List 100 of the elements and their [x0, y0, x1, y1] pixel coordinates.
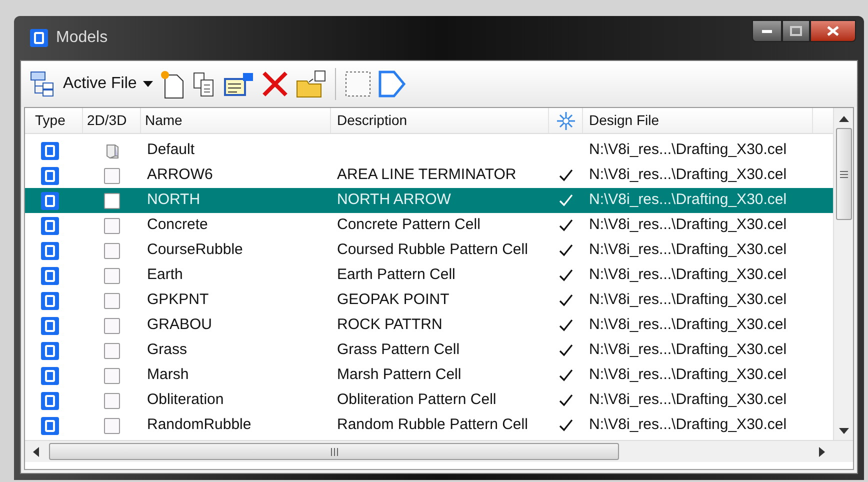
- square-icon: [103, 292, 121, 310]
- design-file-path: N:\V8i_res...\Drafting_X30.cel: [589, 190, 787, 210]
- table-row[interactable]: GPKPNT GEOPAK POINT N:\V8i_res...\Drafting_X30.cel: [25, 288, 833, 313]
- model-name: Earth: [147, 265, 183, 286]
- close-button[interactable]: [810, 20, 856, 42]
- table-row[interactable]: NORTH NORTH ARROW N:\V8i_res...\Drafting_X30.cel: [25, 188, 833, 213]
- selection-box-icon[interactable]: [344, 70, 372, 98]
- design-file-path: N:\V8i_res...\Drafting_X30.cel: [589, 290, 787, 310]
- model-description: Obliteration Pattern Cell: [337, 390, 496, 410]
- model-icon: [41, 192, 59, 210]
- square-icon: [103, 166, 121, 184]
- design-file-path: N:\V8i_res...\Drafting_X30.cel: [589, 215, 787, 236]
- model-name: Marsh: [147, 365, 189, 386]
- table-row[interactable]: Concrete Concrete Pattern Cell N:\V8i_res...\Drafting_X30.cel: [25, 213, 833, 238]
- model-icon: [41, 342, 59, 360]
- square-icon: [103, 342, 121, 360]
- grip-icon: [330, 448, 338, 456]
- model-icon: [41, 316, 59, 334]
- scroll-up-icon[interactable]: [838, 116, 848, 122]
- model-name: NORTH: [147, 190, 200, 210]
- square-icon: [103, 416, 121, 434]
- maximize-button[interactable]: [782, 20, 810, 42]
- minimize-icon: [762, 30, 772, 32]
- square-icon: [103, 216, 121, 234]
- model-name: ARROW6: [147, 165, 213, 186]
- model-name: GPKPNT: [147, 290, 209, 310]
- folder-icon[interactable]: [294, 69, 327, 99]
- source-dropdown[interactable]: Active File: [63, 72, 153, 96]
- model-name: Default: [147, 140, 195, 160]
- design-file-path: N:\V8i_res...\Drafting_X30.cel: [589, 340, 787, 360]
- model-name: Grass: [147, 340, 188, 360]
- delete-icon[interactable]: [260, 70, 289, 98]
- square-icon: [103, 316, 121, 334]
- table-row[interactable]: ARROW6 AREA LINE TERMINATOR N:\V8i_res...\Drafting_X30.cel: [25, 163, 833, 188]
- model-description: Random Rubble Pattern Cell: [337, 415, 528, 436]
- scroll-left-icon[interactable]: [33, 446, 39, 456]
- model-icon: [41, 242, 59, 260]
- design-file-path: N:\V8i_res...\Drafting_X30.cel: [589, 265, 787, 286]
- table-row[interactable]: Earth Earth Pattern Cell N:\V8i_res...\Drafting_X30.cel: [25, 263, 833, 288]
- table-row[interactable]: GRABOU ROCK PATTRN N:\V8i_res...\Drafting_X30.cel: [25, 313, 833, 338]
- scroll-down-icon[interactable]: [838, 428, 848, 434]
- square-icon: [103, 366, 121, 384]
- design-file-path: N:\V8i_res...\Drafting_X30.cel: [589, 415, 787, 436]
- table-row[interactable]: Default N:\V8i_res...\Drafting_X30.cel: [25, 138, 833, 163]
- close-icon: [827, 26, 839, 36]
- table-row[interactable]: Marsh Marsh Pattern Cell N:\V8i_res...\Drafting_X30.cel: [25, 363, 833, 388]
- model-icon: [41, 142, 59, 160]
- square-icon: [103, 192, 121, 210]
- column-header[interactable]: Design File: [583, 108, 813, 133]
- model-icon: [41, 416, 59, 434]
- table-row[interactable]: Obliteration Obliteration Pattern Cell N:\V8i_res...\Drafting_X30.cel: [25, 388, 833, 413]
- table-row[interactable]: Grass Grass Pattern Cell N:\V8i_res...\Drafting_X30.cel: [25, 338, 833, 363]
- model-description: GEOPAK POINT: [337, 290, 450, 310]
- scrollbar-thumb[interactable]: [836, 128, 852, 220]
- model-name: GRABOU: [147, 315, 212, 336]
- model-name: Obliteration: [147, 390, 224, 410]
- model-description: Concrete Pattern Cell: [337, 215, 480, 236]
- column-header[interactable]: Description: [331, 108, 549, 133]
- model-icon: [41, 166, 59, 184]
- vertical-scrollbar[interactable]: [833, 108, 853, 440]
- design-file-path: N:\V8i_res...\Drafting_X30.cel: [589, 390, 787, 410]
- model-description: Earth Pattern Cell: [337, 265, 456, 286]
- minimize-button[interactable]: [752, 20, 782, 42]
- square-icon: [103, 392, 121, 410]
- design-file-path: N:\V8i_res...\Drafting_X30.cel: [589, 365, 787, 386]
- properties-icon[interactable]: [222, 71, 255, 97]
- model-description: AREA LINE TERMINATOR: [337, 165, 516, 186]
- horizontal-scrollbar[interactable]: [25, 440, 853, 462]
- model-icon: [41, 216, 59, 234]
- model-name: CourseRubble: [147, 240, 243, 260]
- model-icon: [41, 392, 59, 410]
- model-icon: [41, 292, 59, 310]
- model-icon: [41, 366, 59, 384]
- model-description: Coursed Rubble Pattern Cell: [337, 240, 528, 260]
- new-model-icon[interactable]: [158, 69, 185, 99]
- dropdown-arrow-icon: [142, 81, 153, 87]
- model-name: RandomRubble: [147, 415, 252, 436]
- model-name: Concrete: [147, 215, 208, 236]
- sparkle-icon: [556, 112, 574, 130]
- column-header[interactable]: 2D/3D: [83, 108, 141, 133]
- design-file-path: N:\V8i_res...\Drafting_X30.cel: [589, 315, 787, 336]
- window-title: Models: [56, 28, 108, 48]
- design-file-path: N:\V8i_res...\Drafting_X30.cel: [589, 140, 787, 160]
- grip-icon: [840, 170, 848, 178]
- design-file-path: N:\V8i_res...\Drafting_X30.cel: [589, 165, 787, 186]
- app-icon: [30, 29, 48, 47]
- scroll-right-icon[interactable]: [819, 446, 825, 456]
- square-icon: [103, 242, 121, 260]
- scrollbar-thumb[interactable]: [49, 443, 619, 460]
- maximize-icon: [790, 26, 802, 36]
- model-description: Grass Pattern Cell: [337, 340, 460, 360]
- column-header[interactable]: Type: [25, 108, 83, 133]
- table-row[interactable]: CourseRubble Coursed Rubble Pattern Cell N:\V8i_res...\Drafting_X30.cel: [25, 238, 833, 263]
- square-icon: [103, 266, 121, 284]
- table-row[interactable]: RandomRubble Random Rubble Pattern Cell N:\V8i_res...\Drafting_X30.cel: [25, 413, 833, 438]
- model-description: NORTH ARROW: [337, 190, 451, 210]
- model-description: Marsh Pattern Cell: [337, 365, 462, 386]
- model-icon: [41, 266, 59, 284]
- model-description: ROCK PATTRN: [337, 315, 442, 336]
- column-header[interactable]: Name: [141, 108, 331, 133]
